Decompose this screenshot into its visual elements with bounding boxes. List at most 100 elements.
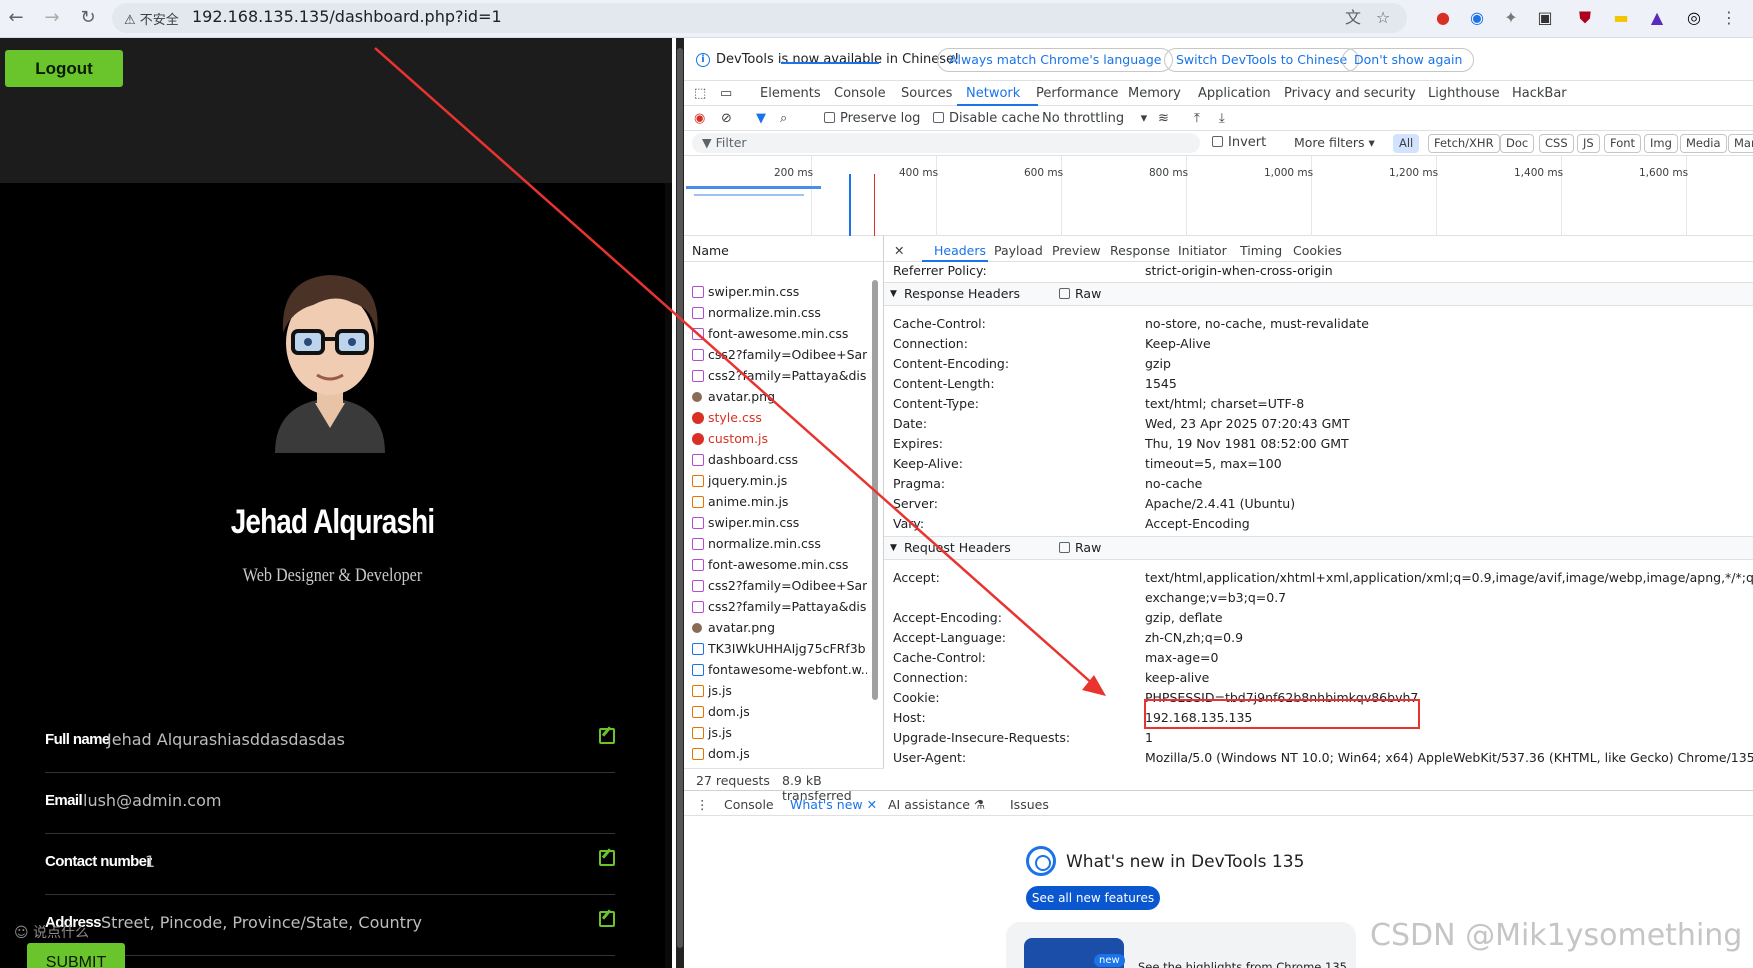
filter-chip-all[interactable]: All — [1393, 134, 1420, 153]
url-text[interactable]: 192.168.135.135/dashboard.php?id=1 — [192, 7, 502, 26]
filter-chip-img[interactable]: Img — [1644, 134, 1678, 153]
record-icon[interactable]: ◉ — [694, 111, 705, 126]
extension-icon[interactable]: ◉ — [1466, 7, 1488, 29]
search-icon[interactable]: ⌕ — [780, 111, 787, 126]
bookmark-star-icon[interactable]: ☆ — [1372, 7, 1394, 29]
tab-preview[interactable]: Preview — [1052, 243, 1101, 258]
edit-icon[interactable] — [599, 850, 615, 866]
tab-network[interactable]: Network — [966, 86, 1020, 101]
extension-icon[interactable]: ● — [1432, 7, 1454, 29]
menu-icon[interactable]: ⋮ — [1718, 7, 1740, 29]
reload-icon[interactable]: ↻ — [76, 6, 100, 30]
full-name-field[interactable]: Full name Jehad Alqurashiasddasdasdas — [45, 713, 615, 773]
tab-cookies[interactable]: Cookies — [1293, 243, 1342, 258]
request-row[interactable]: dom.js — [684, 744, 867, 764]
tab-initiator[interactable]: Initiator — [1178, 243, 1227, 258]
edit-icon[interactable] — [599, 728, 615, 744]
filter-icon[interactable]: ▼ — [756, 111, 766, 126]
tab-hackbar[interactable]: HackBar — [1512, 86, 1567, 101]
request-row[interactable]: TK3IWkUHHAIjg75cFRf3b... — [684, 639, 867, 659]
invert-checkbox[interactable]: Invert — [1212, 135, 1266, 150]
extension-icon[interactable]: ▲ — [1646, 7, 1668, 29]
throttling-select[interactable]: No throttling ▾ — [1042, 111, 1147, 126]
contact-number-field[interactable]: Contact number 1 — [45, 835, 615, 895]
chat-hint[interactable]: ☺ 说点什么 — [14, 922, 89, 942]
scrollbar-thumb[interactable] — [677, 48, 683, 948]
ublock-icon[interactable]: ⛊ — [1574, 7, 1596, 29]
email-field[interactable]: Email lush@admin.com — [45, 774, 615, 834]
request-row[interactable]: normalize.min.css — [684, 303, 867, 323]
request-row[interactable]: jquery.min.js — [684, 471, 867, 491]
request-row[interactable]: avatar.png — [684, 387, 867, 407]
request-row[interactable]: css2?family=Pattaya&dis... — [684, 366, 867, 386]
name-column-header[interactable]: Name — [684, 236, 884, 262]
disable-cache-checkbox[interactable]: Disable cache — [933, 111, 1040, 126]
preserve-log-checkbox[interactable]: Preserve log — [824, 111, 920, 126]
request-row[interactable]: font-awesome.min.css — [684, 324, 867, 344]
tab-console[interactable]: Console — [834, 86, 886, 101]
drawer-tab-ai-assistance[interactable]: AI assistance ⚗ — [888, 797, 985, 812]
import-har-icon[interactable]: ⤒ — [1194, 111, 1200, 126]
tab-headers[interactable]: Headers — [934, 243, 986, 258]
request-row[interactable]: swiper.min.css — [684, 282, 867, 302]
response-headers-section[interactable]: Response Headers Raw — [884, 282, 1753, 306]
tab-application[interactable]: Application — [1198, 86, 1271, 101]
see-all-features-button[interactable]: See all new features — [1026, 886, 1160, 910]
close-icon[interactable]: ✕ — [894, 243, 904, 258]
filter-input[interactable]: ▼ Filter — [692, 133, 1200, 153]
filter-chip-media[interactable]: Media — [1680, 134, 1727, 153]
back-arrow-icon[interactable]: ← — [4, 6, 28, 30]
tab-payload[interactable]: Payload — [994, 243, 1043, 258]
request-row[interactable]: js.js — [684, 723, 867, 743]
tab-elements[interactable]: Elements — [760, 86, 821, 101]
drawer-tab-whats-new[interactable]: What's new ✕ — [790, 797, 877, 812]
network-overview-timeline[interactable]: 200 ms 400 ms 600 ms 800 ms 1,000 ms 1,2… — [684, 156, 1753, 236]
translate-icon[interactable]: 文 — [1342, 7, 1364, 29]
scrollbar-thumb[interactable] — [872, 280, 878, 700]
list-scrollbar[interactable] — [870, 262, 880, 742]
filter-chip-fetch-xhr[interactable]: Fetch/XHR — [1428, 134, 1500, 153]
edit-icon[interactable] — [599, 911, 615, 927]
request-row[interactable]: css2?family=Pattaya&dis... — [684, 597, 867, 617]
security-warning[interactable]: ⚠ 不安全 — [124, 9, 179, 28]
clear-icon[interactable]: ⊘ — [721, 111, 732, 126]
request-row[interactable]: dashboard.css — [684, 450, 867, 470]
page-scrollbar[interactable] — [676, 38, 684, 968]
filter-chip-doc[interactable]: Doc — [1500, 134, 1535, 153]
tab-memory[interactable]: Memory — [1128, 86, 1181, 101]
request-row[interactable]: dom.js — [684, 702, 867, 722]
match-language-button[interactable]: Always match Chrome's language — [937, 48, 1174, 72]
notes-icon[interactable]: ▬ — [1610, 7, 1632, 29]
request-row[interactable]: css2?family=Odibee+San... — [684, 345, 867, 365]
filter-chip-css[interactable]: CSS — [1539, 134, 1574, 153]
highlights-card[interactable]: new See the highlights from Chrome 135 — [1006, 922, 1356, 968]
drawer-menu-icon[interactable]: ⋮ — [696, 797, 709, 812]
raw-checkbox[interactable]: Raw — [1059, 537, 1101, 559]
request-row[interactable]: fontawesome-webfont.w... — [684, 660, 867, 680]
address-field[interactable]: Address Street, Pincode, Province/State,… — [45, 896, 615, 956]
tab-timing[interactable]: Timing — [1240, 243, 1282, 258]
request-row[interactable]: style.css — [684, 408, 867, 428]
device-toolbar-icon[interactable]: ▭ — [720, 86, 732, 101]
extension-icon[interactable]: ▣ — [1534, 7, 1556, 29]
element-picker-icon[interactable]: ⬚ — [694, 86, 706, 101]
request-row[interactable]: font-awesome.min.css — [684, 555, 867, 575]
tab-response[interactable]: Response — [1110, 243, 1170, 258]
tab-lighthouse[interactable]: Lighthouse — [1428, 86, 1500, 101]
request-headers-section[interactable]: Request Headers Raw — [884, 536, 1753, 560]
tab-performance[interactable]: Performance — [1036, 86, 1118, 101]
request-row[interactable]: anime.min.js — [684, 492, 867, 512]
tab-privacy-security[interactable]: Privacy and security — [1284, 86, 1416, 101]
switch-to-chinese-button[interactable]: Switch DevTools to Chinese — [1164, 48, 1360, 72]
request-row[interactable]: custom.js — [684, 429, 867, 449]
submit-button[interactable]: SUBMIT — [27, 943, 125, 968]
dont-show-again-button[interactable]: Don't show again — [1342, 48, 1475, 72]
request-row[interactable]: normalize.min.css — [684, 534, 867, 554]
tab-sources[interactable]: Sources — [901, 86, 952, 101]
more-filters-dropdown[interactable]: More filters ▾ — [1294, 135, 1375, 150]
forward-arrow-icon[interactable]: → — [40, 6, 64, 30]
filter-chip-js[interactable]: JS — [1577, 134, 1600, 153]
request-row[interactable]: avatar.png — [684, 618, 867, 638]
request-row[interactable]: swiper.min.css — [684, 513, 867, 533]
network-conditions-icon[interactable]: ≋ — [1158, 111, 1169, 126]
